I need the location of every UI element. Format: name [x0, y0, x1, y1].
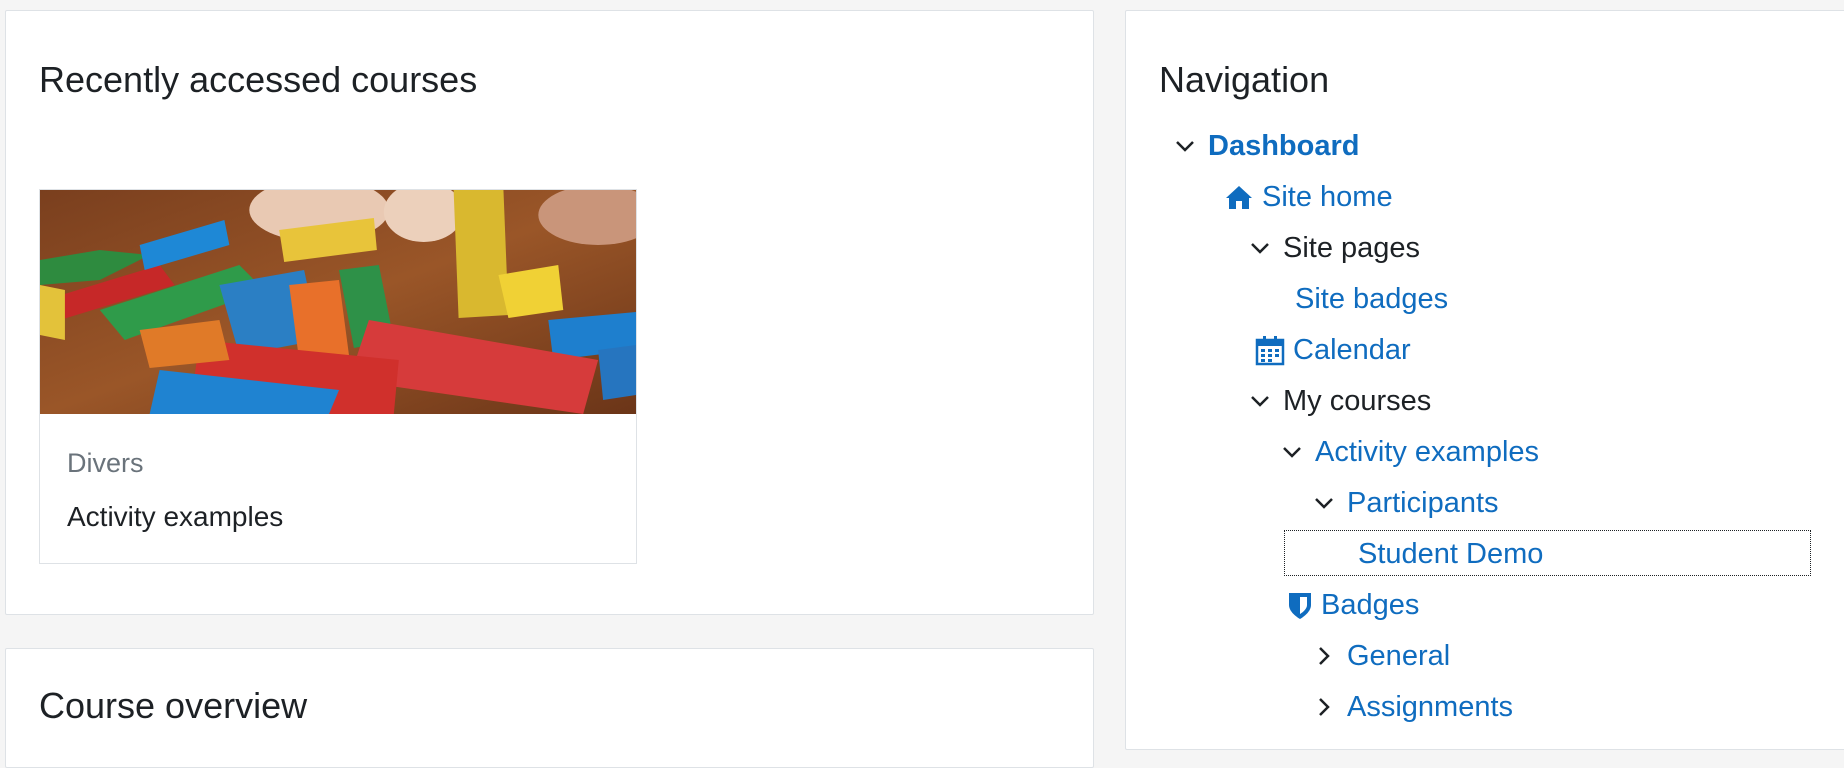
nav-item-label[interactable]: Site badges — [1295, 277, 1448, 321]
nav-item-label[interactable]: Site home — [1262, 175, 1393, 219]
chevron-down-icon[interactable] — [1247, 388, 1273, 414]
nav-item-label[interactable]: Assignments — [1347, 685, 1513, 729]
calendar-icon — [1255, 336, 1285, 366]
nav-item-general[interactable]: General — [1311, 634, 1450, 678]
home-icon — [1226, 186, 1252, 209]
nav-item-label: Site pages — [1283, 232, 1421, 264]
nav-item-label[interactable]: Dashboard — [1208, 124, 1359, 168]
course-category: Divers — [67, 448, 144, 478]
nav-item-label[interactable]: Student Demo — [1358, 532, 1543, 576]
recently-accessed-courses-title: Recently accessed courses — [39, 59, 478, 100]
nav-item-label[interactable]: Participants — [1347, 481, 1499, 525]
nav-item-site-home[interactable]: Site home — [1224, 175, 1393, 219]
recently-accessed-courses-block: Recently accessed courses Divers Activit… — [5, 10, 1094, 615]
nav-item-student-demo[interactable]: Student Demo — [1358, 532, 1543, 576]
chevron-right-icon[interactable] — [1311, 694, 1337, 720]
course-name[interactable]: Activity examples — [67, 501, 283, 533]
chevron-down-icon[interactable] — [1247, 235, 1273, 261]
course-card[interactable]: Divers Activity examples — [39, 189, 637, 564]
nav-item-assignments[interactable]: Assignments — [1311, 685, 1513, 729]
nav-item-badges[interactable]: Badges — [1287, 583, 1419, 627]
nav-item-site-badges[interactable]: Site badges — [1295, 277, 1448, 321]
nav-item-label[interactable]: Badges — [1321, 583, 1419, 627]
course-overview-title: Course overview — [39, 685, 308, 726]
course-overview-block: Course overview — [5, 648, 1094, 768]
shield-icon — [1289, 593, 1311, 619]
navigation-block: Navigation — [1125, 10, 1844, 750]
nav-item-participants[interactable]: Participants — [1311, 481, 1499, 525]
nav-item-label: My courses — [1283, 385, 1432, 417]
nav-item-calendar[interactable]: Calendar — [1255, 328, 1411, 372]
nav-item-dashboard[interactable]: Dashboard — [1172, 124, 1359, 168]
chevron-right-icon[interactable] — [1311, 643, 1337, 669]
course-image[interactable] — [40, 190, 636, 414]
chevron-down-icon[interactable] — [1172, 133, 1198, 159]
nav-item-label[interactable]: Calendar — [1293, 328, 1411, 372]
nav-item-activity-examples[interactable]: Activity examples — [1279, 430, 1539, 474]
nav-item-my-courses[interactable]: My courses — [1247, 379, 1431, 423]
chevron-down-icon[interactable] — [1311, 490, 1337, 516]
navigation-title: Navigation — [1159, 59, 1330, 100]
chevron-down-icon[interactable] — [1279, 439, 1305, 465]
nav-item-label[interactable]: General — [1347, 634, 1450, 678]
nav-item-label[interactable]: Activity examples — [1315, 430, 1539, 474]
nav-item-site-pages[interactable]: Site pages — [1247, 226, 1420, 270]
